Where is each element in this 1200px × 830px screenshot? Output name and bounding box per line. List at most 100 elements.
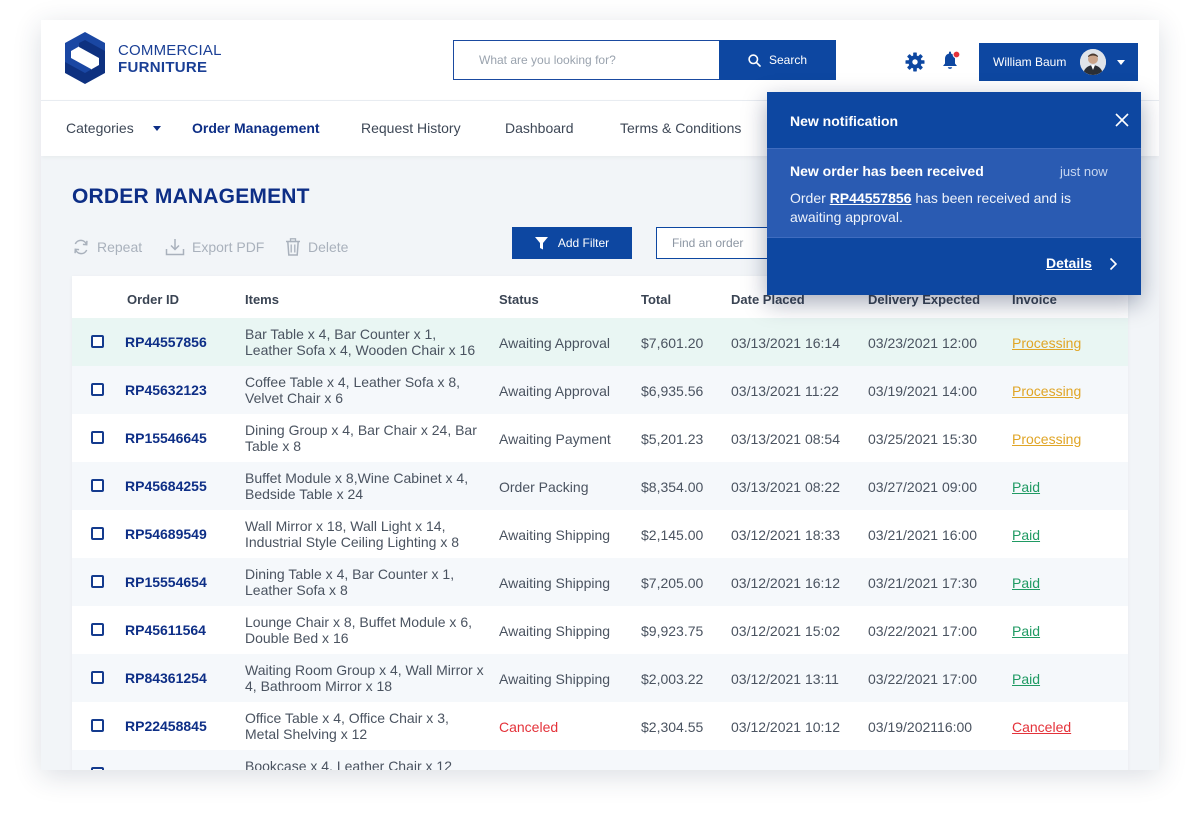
order-items: Coffee Table x 4, Leather Sofa x 8, Velv…: [245, 374, 461, 406]
order-id[interactable]: RP84361254: [125, 670, 207, 686]
invoice-status-link[interactable]: Paid: [1012, 479, 1040, 495]
close-icon[interactable]: [1115, 113, 1129, 127]
search-field: [453, 40, 720, 80]
row-checkbox[interactable]: [91, 527, 104, 540]
delete-label: Delete: [308, 239, 349, 255]
order-id[interactable]: RP45611564: [125, 622, 206, 638]
table-row[interactable]: RP54689549 Wall Mirror x 18, Wall Light x…: [72, 510, 1128, 558]
notification-order-link[interactable]: RP44557856: [830, 190, 912, 206]
row-checkbox[interactable]: [91, 623, 104, 636]
notification-item[interactable]: New order has been received just now Ord…: [767, 148, 1141, 238]
row-checkbox[interactable]: [91, 767, 104, 770]
column-header-status[interactable]: Status: [499, 292, 539, 307]
avatar: [1080, 49, 1106, 75]
order-status: Canceled: [499, 719, 559, 735]
table-row[interactable]: RP15554654 Dining Table x 4, Bar Counter …: [72, 558, 1128, 606]
order-total: $2,304.55: [641, 719, 704, 735]
order-delivery-expected: 03/23/2021 12:00: [868, 335, 977, 351]
order-total: $5,201.23: [641, 431, 704, 447]
order-date-placed: 03/12/2021 13:11: [731, 671, 839, 687]
invoice-status-link[interactable]: Processing: [1012, 335, 1081, 351]
notification-message-prefix: Order: [790, 190, 830, 206]
table-row[interactable]: RP15546645 Dining Group x 4, Bar Chair x …: [72, 414, 1128, 462]
row-checkbox[interactable]: [91, 479, 104, 492]
table-row[interactable]: RP84361254 Waiting Room Group x 4, Wall M…: [72, 654, 1128, 702]
order-items: Waiting Room Group x 4, Wall Mirror x 4,…: [245, 662, 484, 694]
invoice-status-link[interactable]: Paid: [1012, 623, 1040, 639]
nav-item-request-history[interactable]: Request History: [361, 120, 461, 136]
notification-details-link[interactable]: Details: [1046, 255, 1092, 271]
invoice-status-link[interactable]: Canceled: [1012, 719, 1071, 735]
app-frame: COMMERCIAL FURNITURE Search: [41, 20, 1159, 770]
order-id[interactable]: RP15546645: [125, 430, 207, 446]
invoice-status-link[interactable]: Paid: [1012, 575, 1040, 591]
search-input[interactable]: [454, 41, 720, 79]
order-date-placed: 03/13/2021 08:22: [731, 479, 840, 495]
order-id[interactable]: RP45684255: [125, 478, 207, 494]
order-id[interactable]: RP44557856: [125, 334, 207, 350]
add-filter-label: Add Filter: [557, 236, 610, 250]
table-row[interactable]: RP45632123 Coffee Table x 4, Leather Sofa…: [72, 366, 1128, 414]
search-button[interactable]: Search: [719, 40, 836, 80]
table-row[interactable]: RP22458845 Office Table x 4, Office Chair…: [72, 702, 1128, 750]
row-checkbox[interactable]: [91, 431, 104, 444]
invoice-status-link[interactable]: Processing: [1012, 431, 1081, 447]
row-checkbox[interactable]: [91, 719, 104, 732]
order-id[interactable]: RP15554654: [125, 574, 207, 590]
table-row[interactable]: RP45684255 Buffet Module x 8,Wine Cabinet…: [72, 462, 1128, 510]
user-menu-button[interactable]: William Baum: [979, 43, 1138, 81]
gear-icon[interactable]: [905, 52, 925, 72]
export-pdf-button[interactable]: Export PDF: [165, 237, 264, 257]
row-checkbox[interactable]: [91, 575, 104, 588]
order-status: Awaiting Shipping: [499, 527, 611, 543]
filter-icon: [534, 236, 548, 249]
nav-item-terms-conditions[interactable]: Terms & Conditions: [620, 120, 741, 136]
brand-logo-icon[interactable]: [65, 32, 105, 84]
row-checkbox[interactable]: [91, 383, 104, 396]
column-header-total[interactable]: Total: [641, 292, 671, 307]
order-id[interactable]: RP54689549: [125, 526, 207, 542]
order-status: Awaiting Approval: [499, 383, 611, 399]
nav-item-categories[interactable]: Categories: [66, 120, 134, 136]
chevron-down-icon[interactable]: [153, 126, 161, 131]
column-header-items[interactable]: Items: [245, 292, 279, 307]
nav-item-order-management[interactable]: Order Management: [192, 120, 320, 136]
delete-button[interactable]: Delete: [285, 237, 348, 257]
order-items: Bookcase x 4, Leather Chair x 12: [245, 758, 453, 770]
order-id[interactable]: RP22458845: [125, 718, 207, 734]
invoice-status-link[interactable]: Paid: [1012, 527, 1040, 543]
table-row[interactable]: RP44557856 Bar Table x 4, Bar Counter x 1…: [72, 318, 1128, 366]
order-status: Order Packing: [499, 479, 589, 495]
table-row[interactable]: RP45611564 Lounge Chair x 8, Buffet Modul…: [72, 606, 1128, 654]
table-body: RP44557856 Bar Table x 4, Bar Counter x 1…: [72, 318, 1128, 770]
search-icon: [748, 53, 761, 67]
add-filter-button[interactable]: Add Filter: [512, 227, 632, 259]
order-date-placed: 03/12/2021 10:12: [731, 719, 840, 735]
order-delivery-expected: 03/22/2021 17:00: [868, 671, 977, 687]
order-id[interactable]: RP45632123: [125, 382, 207, 398]
page-title: ORDER MANAGEMENT: [72, 185, 310, 208]
nav-item-dashboard[interactable]: Dashboard: [505, 120, 574, 136]
repeat-icon: [74, 239, 88, 255]
order-items: Buffet Module x 8,Wine Cabinet x 4, Beds…: [245, 470, 469, 502]
row-checkbox[interactable]: [91, 335, 104, 348]
invoice-status-link[interactable]: Processing: [1012, 383, 1081, 399]
order-date-placed: 03/12/2021 16:12: [731, 575, 840, 591]
order-delivery-expected: 03/22/2021 17:00: [868, 623, 977, 639]
bell-icon[interactable]: [940, 50, 962, 72]
order-total: $7,205.00: [641, 575, 704, 591]
chevron-right-icon[interactable]: [1109, 257, 1117, 271]
order-status: Awaiting Shipping: [499, 623, 611, 639]
user-name: William Baum: [993, 55, 1067, 69]
row-checkbox[interactable]: [91, 671, 104, 684]
brand-name: COMMERCIAL FURNITURE: [118, 42, 222, 76]
order-date-placed: 03/12/2021 15:02: [731, 623, 840, 639]
table-row[interactable]: Bookcase x 4, Leather Chair x 12: [72, 750, 1128, 770]
order-date-placed: 03/13/2021 08:54: [731, 431, 840, 447]
user-avatar-icon: [1080, 49, 1106, 75]
repeat-button[interactable]: Repeat: [72, 237, 142, 257]
order-total: $8,354.00: [641, 479, 704, 495]
column-header-order-id[interactable]: Order ID: [127, 292, 179, 307]
invoice-status-link[interactable]: Paid: [1012, 671, 1040, 687]
notification-message: Order RP44557856 has been received and i…: [790, 189, 1110, 227]
